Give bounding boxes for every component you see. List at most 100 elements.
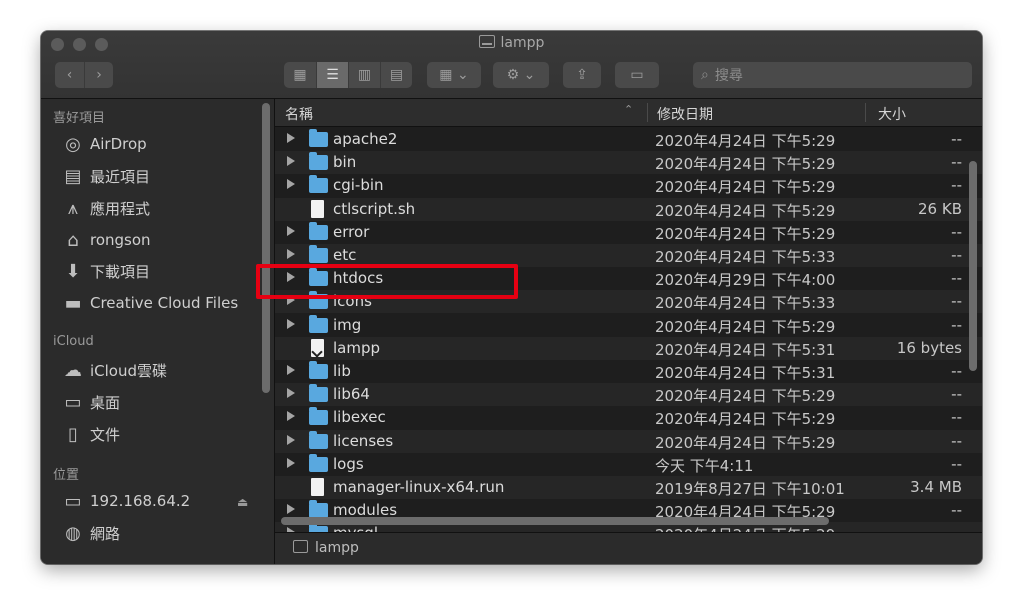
action-menu[interactable]: ⚙ ⌄ [493,62,549,88]
cloud-icon: ☁ [64,359,82,381]
table-row[interactable]: apache2 2020年4月24日 下午5:29 -- [275,128,982,151]
recents-icon: ▤ [64,165,82,187]
disclosure-triangle-icon[interactable] [287,225,295,236]
file-size: -- [951,362,962,380]
desktop-icon: ▭ [64,391,82,413]
disclosure-triangle-icon[interactable] [287,457,295,468]
table-row[interactable]: ctlscript.sh 2020年4月24日 下午5:29 26 KB [275,197,982,221]
sidebar-item-downloads[interactable]: ⬇ 下載項目 [62,258,150,284]
column-date[interactable]: 修改日期 [657,104,713,124]
file-name: bin [333,153,357,172]
file-name: img [333,315,362,334]
table-row[interactable]: bin 2020年4月24日 下午5:29 -- [275,151,982,175]
grid-icon: ▦ ⌄ [439,67,469,83]
column-divider[interactable] [865,103,866,122]
table-row[interactable]: img 2020年4月24日 下午5:29 -- [275,314,982,337]
file-name: manager-linux-x64.run [333,478,505,496]
share-button[interactable]: ⇪ [563,62,601,88]
network-icon: ◍ [65,522,81,544]
titlebar: lampp ‹ › ▦ ☰ ▥ ▤ ▦ ⌄ ⚙ ⌄ ⇪ ▭ ⌕ 搜尋 [41,31,982,99]
sidebar-item-applications[interactable]: ⩚ 應用程式 [62,195,150,221]
back-button[interactable]: ‹ [55,62,84,88]
documents-icon: ▯ [68,423,78,445]
file-icon [311,478,324,496]
file-name: libexec [333,408,386,427]
table-row[interactable]: manager-linux-x64.run 2019年8月27日 下午10:01 3… [275,476,982,499]
table-row[interactable]: lampp 2020年4月24日 下午5:31 16 bytes [275,336,982,360]
horizontal-scrollbar[interactable] [281,517,829,525]
forward-button[interactable]: › [84,62,113,88]
table-row[interactable]: cgi-bin 2020年4月24日 下午5:29 -- [275,174,982,197]
home-icon: ⌂ [67,229,79,251]
disclosure-triangle-icon[interactable] [287,318,295,329]
file-name: logs [333,454,364,473]
file-size: -- [951,292,962,311]
disclosure-triangle-icon[interactable] [287,179,295,190]
disclosure-triangle-icon[interactable] [287,156,295,167]
sidebar-scrollbar[interactable] [262,103,270,393]
disclosure-triangle-icon[interactable] [287,365,295,375]
column-header: 名稱 ⌃ 修改日期 大小 [275,99,982,127]
table-row[interactable]: libexec 2020年4月24日 下午5:29 -- [275,406,982,429]
sidebar-item-desktop[interactable]: ▭ 桌面 [62,389,120,415]
disclosure-triangle-icon[interactable] [287,249,295,259]
disclosure-triangle-icon[interactable] [287,504,295,515]
folder-icon [309,361,328,379]
path-item[interactable]: lampp [315,540,359,556]
file-size: -- [951,269,962,288]
vertical-scrollbar[interactable] [969,161,977,371]
eject-icon[interactable]: ⏏ [237,495,248,509]
sidebar-item-documents[interactable]: ▯ 文件 [62,421,120,447]
column-name[interactable]: 名稱 [285,104,313,124]
gallery-view-button[interactable]: ▤ [380,62,412,88]
table-row[interactable]: licenses 2020年4月24日 下午5:29 -- [275,429,982,453]
file-name: etc [333,246,357,264]
file-name: cgi-bin [333,176,384,195]
modified-date: 2020年4月24日 下午5:29 [655,317,836,336]
group-menu[interactable]: ▦ ⌄ [427,62,481,88]
nav-buttons: ‹ › [55,62,113,88]
modified-date: 2020年4月24日 下午5:29 [655,387,836,406]
file-size: -- [951,176,962,195]
sidebar-item-icloud-drive[interactable]: ☁ iCloud雲碟 [62,357,167,383]
display-icon: ▭ [64,490,82,512]
action-button[interactable]: ⚙ ⌄ [493,62,549,88]
list-view-button[interactable]: ☰ [316,62,348,88]
modified-date: 2020年4月24日 下午5:29 [655,433,836,452]
modified-date: 2020年4月24日 下午5:29 [655,224,836,243]
window-title: lampp [41,35,982,51]
column-size[interactable]: 大小 [878,104,906,124]
file-size: 16 bytes [896,338,962,357]
folder-icon [309,221,328,240]
modified-date: 今天 下午4:11 [655,456,754,475]
disclosure-triangle-icon[interactable] [287,411,295,422]
disclosure-triangle-icon[interactable] [287,133,295,143]
disclosure-triangle-icon[interactable] [287,388,295,399]
group-button[interactable]: ▦ ⌄ [427,62,481,88]
sidebar-item-recents[interactable]: ▤ 最近項目 [62,163,150,189]
table-row[interactable]: lib 2020年4月24日 下午5:31 -- [275,360,982,383]
table-row[interactable]: lib64 2020年4月24日 下午5:29 -- [275,383,982,407]
file-name: apache2 [333,130,398,148]
sort-ascending-icon[interactable]: ⌃ [624,103,633,116]
sidebar-item-server[interactable]: ▭ 192.168.64.2 [62,488,190,514]
sidebar-item-creative-cloud[interactable]: ▬ Creative Cloud Files [62,290,238,316]
downloads-icon: ⬇ [65,260,81,282]
folder-icon [309,453,328,472]
columns-icon: ▥ [357,67,372,83]
column-divider[interactable] [647,103,648,122]
folder-icon [309,129,328,147]
file-name: licenses [333,431,394,450]
file-list: 名稱 ⌃ 修改日期 大小 apache2 2020年4月24日 下午5:29 -- b… [275,99,982,532]
search-input[interactable]: ⌕ 搜尋 [693,62,972,88]
chevron-right-icon: › [96,67,102,83]
disclosure-triangle-icon[interactable] [287,434,295,445]
sidebar-item-home[interactable]: ⌂ rongson [62,227,150,253]
sidebar-item-airdrop[interactable]: ◎ AirDrop [62,131,147,157]
table-row[interactable]: logs 今天 下午4:11 -- [275,453,982,476]
icon-view-button[interactable]: ▦ [284,62,316,88]
sidebar-item-network[interactable]: ◍ 網路 [62,520,120,546]
table-row[interactable]: error 2020年4月24日 下午5:29 -- [275,221,982,244]
tag-button[interactable]: ▭ [615,62,659,88]
column-view-button[interactable]: ▥ [348,62,380,88]
